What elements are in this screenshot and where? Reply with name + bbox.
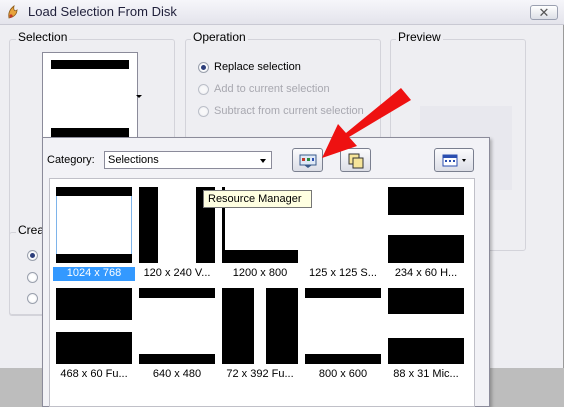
- thumbnail-caption: 640 x 480: [152, 368, 202, 380]
- add-selection-label[interactable]: Add to current selection: [214, 83, 330, 95]
- thumbnail-image: [139, 288, 215, 364]
- chevron-down-icon: [260, 159, 266, 163]
- view-options-button[interactable]: [434, 148, 474, 172]
- create-option-2-radio[interactable]: [27, 272, 38, 283]
- resource-manager-icon: [299, 154, 317, 168]
- selection-preview-top: [51, 60, 129, 69]
- thumbnail-grid: 1024 x 768 120 x 240 V... 1200 x 800 125…: [49, 178, 475, 407]
- thumbnail-image: [56, 187, 132, 263]
- preview-group-label: Preview: [396, 30, 443, 44]
- thumbnail-caption: 120 x 240 V...: [143, 267, 211, 279]
- replace-selection-radio[interactable]: [198, 62, 209, 73]
- operation-group-label: Operation: [191, 30, 248, 44]
- thumbnail-caption: 468 x 60 Fu...: [60, 368, 128, 380]
- thumbnail-image: [305, 288, 381, 364]
- thumbnail-caption: 72 x 392 Fu...: [226, 368, 294, 380]
- copy-resource-button[interactable]: [340, 148, 371, 172]
- app-logo-icon: [8, 5, 18, 19]
- thumbnail-image: [388, 288, 464, 364]
- thumbnail-caption: 1200 x 800: [232, 267, 288, 279]
- resource-manager-tooltip: Resource Manager: [203, 190, 312, 208]
- thumbnail-caption: 88 x 31 Mic...: [393, 368, 459, 380]
- category-select[interactable]: Selections: [104, 151, 272, 169]
- resource-manager-button[interactable]: [292, 148, 323, 172]
- view-grid-icon: [442, 154, 466, 167]
- thumbnail-image: [222, 288, 298, 364]
- selection-dropdown-icon[interactable]: [136, 95, 142, 98]
- subtract-selection-radio[interactable]: [198, 106, 209, 117]
- replace-selection-label[interactable]: Replace selection: [214, 61, 301, 73]
- close-icon: ✕: [538, 5, 550, 20]
- thumbnail-caption: 125 x 125 S...: [309, 267, 377, 279]
- close-button[interactable]: ✕: [530, 5, 558, 20]
- category-value: Selections: [108, 154, 159, 166]
- subtract-selection-label[interactable]: Subtract from current selection: [214, 105, 364, 117]
- thumbnail-image: [305, 187, 381, 263]
- window-title: Load Selection From Disk: [28, 4, 177, 19]
- thumbnail-caption: 234 x 60 H...: [394, 267, 458, 279]
- category-label: Category:: [47, 154, 95, 166]
- thumbnail-image: [388, 187, 464, 263]
- selection-group-label: Selection: [16, 30, 70, 44]
- thumbnail-caption: 1024 x 768: [53, 267, 135, 281]
- selection-preview-bottom: [51, 128, 129, 137]
- title-bar: Load Selection From Disk ✕: [0, 0, 564, 25]
- thumbnail-caption: 800 x 600: [318, 368, 368, 380]
- add-selection-radio[interactable]: [198, 84, 209, 95]
- create-option-1-radio[interactable]: [27, 250, 38, 261]
- selection-combo[interactable]: [42, 52, 138, 140]
- thumbnail-image: [56, 288, 132, 364]
- create-option-3-radio[interactable]: [27, 293, 38, 304]
- copy-icon: [348, 153, 364, 169]
